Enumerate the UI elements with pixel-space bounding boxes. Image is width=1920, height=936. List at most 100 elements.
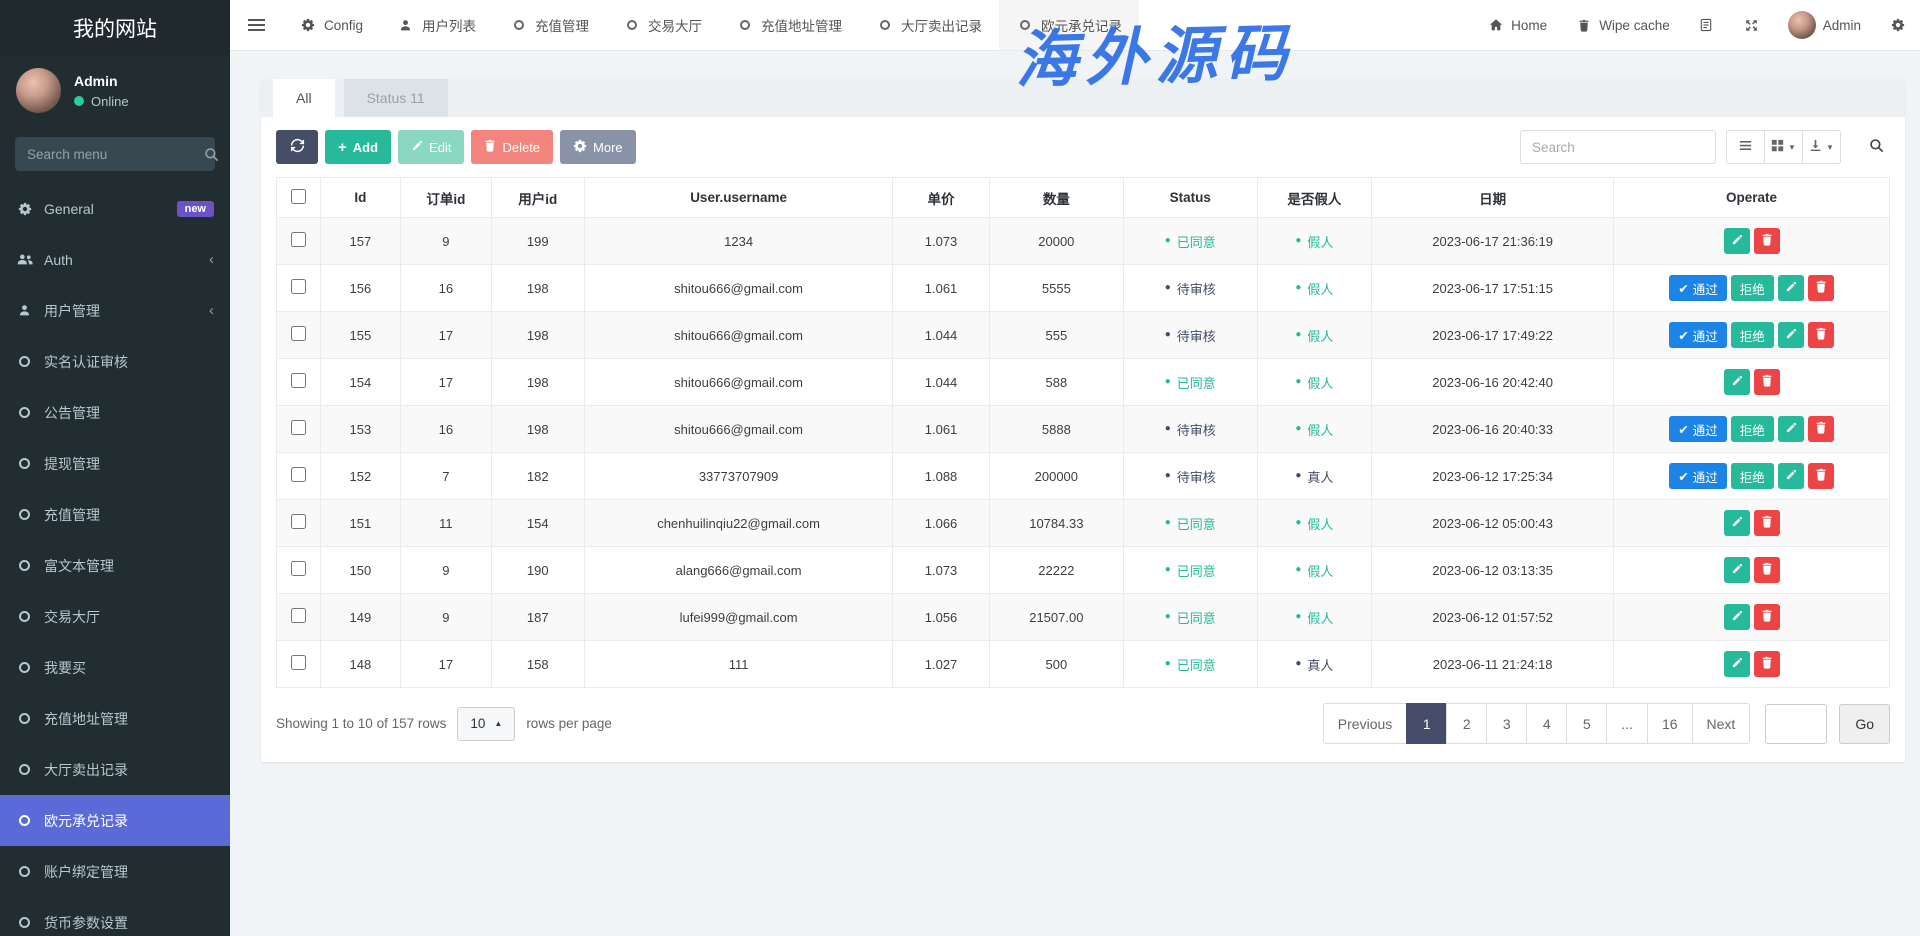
reject-button[interactable]: 拒绝 [1731,416,1774,442]
row-checkbox[interactable] [291,373,306,388]
sidebar-item-2[interactable]: 用户管理‹ [0,285,230,336]
row-checkbox[interactable] [291,561,306,576]
sidebar-item-5[interactable]: 提现管理 [0,438,230,489]
row-checkbox[interactable] [291,232,306,247]
page-next[interactable]: Next [1692,703,1751,744]
row-delete-button[interactable] [1808,416,1834,442]
sidebar-item-auth[interactable]: Auth‹ [0,234,230,285]
row-delete-button[interactable] [1754,369,1780,395]
columns-button[interactable]: ▼ [1764,130,1803,164]
column-header[interactable]: 订单id [401,178,491,218]
row-checkbox[interactable] [291,608,306,623]
row-checkbox[interactable] [291,655,306,670]
approve-button[interactable]: ✔通过 [1669,275,1727,301]
sidebar-item-11[interactable]: 大厅卖出记录 [0,744,230,795]
sidebar-item-14[interactable]: 货币参数设置 [0,897,230,936]
sidebar-item-8[interactable]: 交易大厅 [0,591,230,642]
sidebar-search-input[interactable] [27,147,204,162]
row-checkbox[interactable] [291,467,306,482]
row-checkbox[interactable] [291,326,306,341]
reject-button[interactable]: 拒绝 [1731,275,1774,301]
topbar-tab-6[interactable]: 欧元承兑记录 [999,0,1139,50]
page-1[interactable]: 1 [1406,703,1447,744]
topbar-tab-0[interactable]: Config [282,0,380,50]
row-edit-button[interactable] [1724,510,1750,536]
home-button[interactable]: Home [1473,0,1561,50]
reject-button[interactable]: 拒绝 [1731,463,1774,489]
approve-button[interactable]: ✔通过 [1669,463,1727,489]
row-edit-button[interactable] [1778,275,1804,301]
sidebar-item-4[interactable]: 公告管理 [0,387,230,438]
row-checkbox[interactable] [291,279,306,294]
row-edit-button[interactable] [1724,651,1750,677]
topbar-tab-1[interactable]: 用户列表 [380,0,493,50]
sidebar-item-6[interactable]: 充值管理 [0,489,230,540]
go-button[interactable]: Go [1839,704,1890,744]
refresh-button[interactable] [276,130,318,164]
delete-button[interactable]: Delete [471,130,553,164]
row-checkbox[interactable] [291,514,306,529]
column-header[interactable]: 日期 [1372,178,1614,218]
column-header[interactable]: 是否假人 [1257,178,1372,218]
row-edit-button[interactable] [1724,369,1750,395]
column-header[interactable]: User.username [585,178,893,218]
column-header[interactable]: 单价 [893,178,990,218]
column-header[interactable]: Operate [1614,178,1890,218]
topbar-tab-3[interactable]: 交易大厅 [606,0,719,50]
more-button[interactable]: More [560,130,636,164]
topbar-tab-5[interactable]: 大厅卖出记录 [859,0,999,50]
row-delete-button[interactable] [1754,557,1780,583]
docs-button[interactable] [1684,0,1729,50]
row-delete-button[interactable] [1754,510,1780,536]
tab-all[interactable]: All [273,79,335,117]
export-button[interactable]: ▼ [1802,130,1841,164]
page-ellipsis[interactable]: ... [1606,703,1648,744]
approve-button[interactable]: ✔通过 [1669,322,1727,348]
sidebar-item-7[interactable]: 富文本管理 [0,540,230,591]
sidebar-item-9[interactable]: 我要买 [0,642,230,693]
row-delete-button[interactable] [1808,275,1834,301]
row-delete-button[interactable] [1808,322,1834,348]
sidebar-item-10[interactable]: 充值地址管理 [0,693,230,744]
column-header[interactable]: 用户id [491,178,585,218]
row-delete-button[interactable] [1808,463,1834,489]
sidebar-item-3[interactable]: 实名认证审核 [0,336,230,387]
page-4[interactable]: 4 [1526,703,1567,744]
sidebar-item-13[interactable]: 账户绑定管理 [0,846,230,897]
tab-status[interactable]: Status 11 [344,79,448,117]
select-all-checkbox[interactable] [291,189,306,204]
settings-button[interactable] [1875,0,1920,50]
row-delete-button[interactable] [1754,604,1780,630]
search-toggle-button[interactable] [1869,138,1884,156]
wipe-cache-button[interactable]: Wipe cache [1561,0,1684,50]
page-16[interactable]: 16 [1647,703,1693,744]
user-menu[interactable]: Admin [1774,0,1875,50]
reject-button[interactable]: 拒绝 [1731,322,1774,348]
row-delete-button[interactable] [1754,228,1780,254]
row-checkbox[interactable] [291,420,306,435]
page-5[interactable]: 5 [1566,703,1607,744]
row-edit-button[interactable] [1778,416,1804,442]
page-previous[interactable]: Previous [1323,703,1407,744]
page-jump-input[interactable] [1765,704,1827,744]
table-search-input[interactable] [1520,130,1716,164]
row-delete-button[interactable] [1754,651,1780,677]
page-size-dropdown[interactable]: 10 ▲ [457,707,515,741]
column-header[interactable]: Status [1123,178,1257,218]
pagination-toggle-button[interactable] [1726,130,1765,164]
edit-button[interactable]: Edit [398,130,464,164]
page-2[interactable]: 2 [1446,703,1487,744]
row-edit-button[interactable] [1724,604,1750,630]
column-header[interactable]: 数量 [989,178,1123,218]
page-3[interactable]: 3 [1486,703,1527,744]
row-edit-button[interactable] [1724,557,1750,583]
topbar-tab-4[interactable]: 充值地址管理 [719,0,859,50]
row-edit-button[interactable] [1778,322,1804,348]
row-edit-button[interactable] [1724,228,1750,254]
row-edit-button[interactable] [1778,463,1804,489]
column-header[interactable]: Id [320,178,401,218]
sidebar-item-12[interactable]: 欧元承兑记录 [0,795,230,846]
approve-button[interactable]: ✔通过 [1669,416,1727,442]
add-button[interactable]: + Add [325,130,391,164]
hamburger-icon[interactable] [230,0,282,50]
